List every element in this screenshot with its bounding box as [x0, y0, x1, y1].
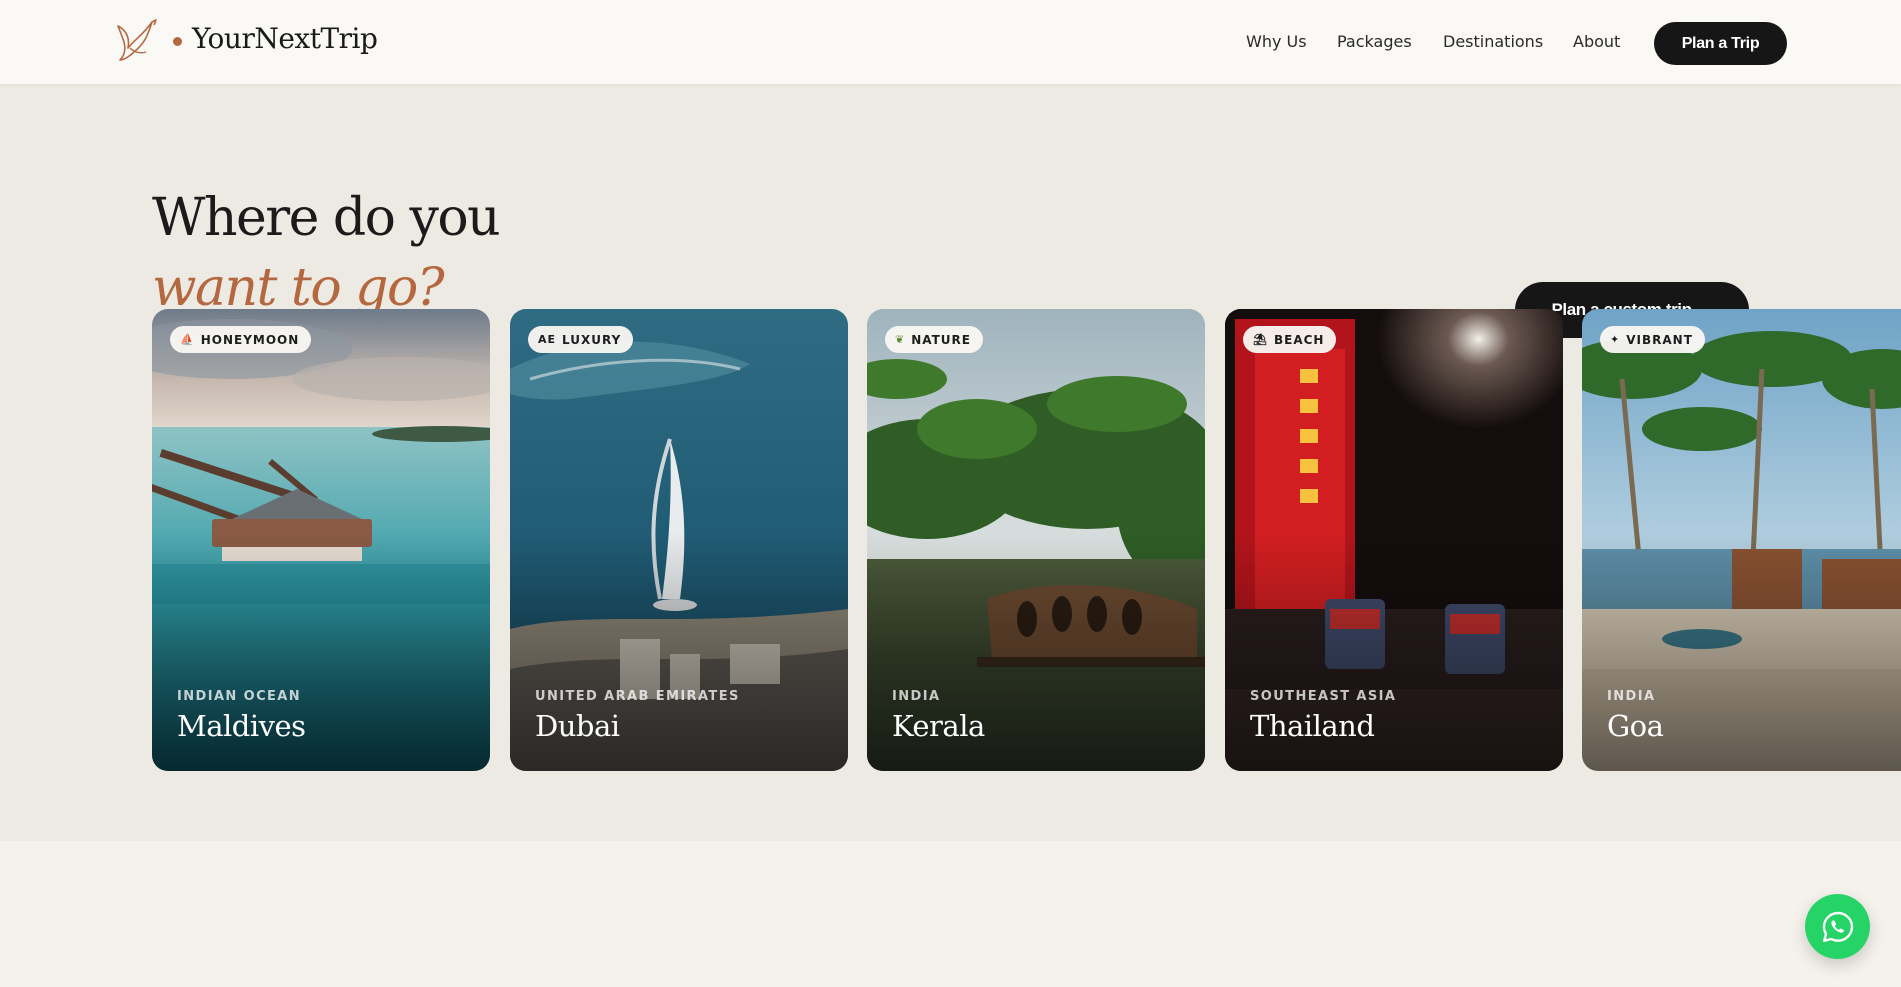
card-tag-label: LUXURY — [562, 332, 622, 347]
card-region: INDIA — [1607, 689, 1656, 704]
brand-name[interactable]: YourNextTrip — [192, 22, 378, 55]
card-title: Kerala — [892, 709, 985, 743]
card-tag-badge: ✦ VIBRANT — [1600, 326, 1705, 353]
card-tag-badge: ⛵ HONEYMOON — [170, 326, 312, 353]
whatsapp-chat-button[interactable] — [1805, 894, 1870, 959]
couple-icon: ⛵ — [180, 333, 195, 346]
destination-card-kerala[interactable]: ❦ NATURE INDIA Kerala — [867, 309, 1205, 771]
logo-dot-icon — [173, 37, 182, 46]
beach-icon: ⛱ — [1253, 333, 1268, 346]
leaf-icon: ❦ — [895, 333, 906, 346]
card-region: SOUTHEAST ASIA — [1250, 689, 1397, 704]
card-tag-badge: ⛱ BEACH — [1243, 326, 1337, 353]
festival-icon: ✦ — [1610, 333, 1621, 346]
card-tag-badge: ❦ NATURE — [885, 326, 983, 353]
section-heading-line2: want to go? — [152, 258, 445, 318]
destination-card-thailand[interactable]: ⛱ BEACH SOUTHEAST ASIA Thailand — [1225, 309, 1563, 771]
bird-logo-icon[interactable] — [112, 16, 162, 68]
nav-destinations[interactable]: Destinations — [1443, 32, 1543, 51]
plan-a-trip-button[interactable]: Plan a Trip — [1654, 22, 1787, 65]
nav-packages[interactable]: Packages — [1337, 32, 1412, 51]
destination-card-dubai[interactable]: AE LUXURY UNITED ARAB EMIRATES Dubai — [510, 309, 848, 771]
card-region: UNITED ARAB EMIRATES — [535, 689, 740, 704]
card-region: INDIAN OCEAN — [177, 689, 302, 704]
destination-card-goa[interactable]: ✦ VIBRANT INDIA Goa — [1582, 309, 1901, 771]
card-title: Dubai — [535, 709, 620, 743]
section-heading-line1: Where do you — [152, 188, 501, 248]
card-title: Maldives — [177, 709, 306, 743]
card-tag-label: HONEYMOON — [200, 332, 300, 347]
card-title: Goa — [1607, 709, 1664, 743]
card-tag-label: BEACH — [1273, 332, 1325, 347]
card-tag-label: VIBRANT — [1626, 332, 1693, 347]
card-title: Thailand — [1250, 709, 1375, 743]
whatsapp-icon — [1822, 911, 1853, 942]
card-tag-badge: AE LUXURY — [528, 326, 634, 353]
site-header: YourNextTrip Why Us Packages Destination… — [0, 0, 1901, 84]
nav-about[interactable]: About — [1573, 32, 1620, 51]
card-region: INDIA — [892, 689, 941, 704]
card-tag-label: NATURE — [911, 332, 971, 347]
uae-flag-icon: AE — [538, 333, 557, 346]
destination-card-maldives[interactable]: ⛵ HONEYMOON INDIAN OCEAN Maldives — [152, 309, 490, 771]
nav-why-us[interactable]: Why Us — [1246, 32, 1307, 51]
